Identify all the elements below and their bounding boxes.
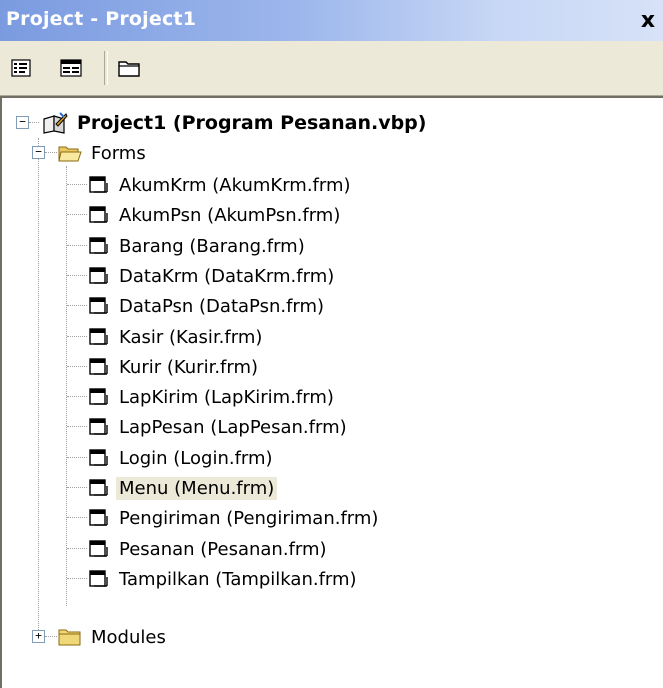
- root-collapse-toggle[interactable]: −: [16, 116, 29, 129]
- tree-line: [67, 245, 87, 246]
- form-icon: [89, 418, 108, 435]
- form-icon: [89, 570, 108, 587]
- project-icon: [43, 112, 68, 134]
- tree-line: [45, 636, 57, 637]
- tree-item-label: Tampilkan (Tampilkan.frm): [119, 568, 357, 590]
- tree-item-form[interactable]: Barang (Barang.frm): [88, 231, 308, 261]
- tree-line: [67, 275, 87, 276]
- tree-line: [38, 138, 39, 638]
- tree-line: [67, 305, 87, 306]
- form-icon: [89, 358, 108, 375]
- tree-item-label: Menu (Menu.frm): [116, 476, 278, 500]
- tree-item-label: DataKrm (DataKrm.frm): [119, 265, 335, 287]
- view-object-button[interactable]: [56, 53, 86, 83]
- tree-item-form[interactable]: Login (Login.frm): [88, 443, 276, 473]
- tree-item-form[interactable]: Kurir (Kurir.frm): [88, 352, 261, 382]
- tree-item-label: LapKirim (LapKirim.frm): [119, 386, 334, 408]
- tree-item-label: Kasir (Kasir.frm): [119, 326, 263, 348]
- tree-line: [67, 487, 87, 488]
- form-icon: [89, 509, 108, 526]
- tree-item-form[interactable]: Tampilkan (Tampilkan.frm): [88, 564, 360, 594]
- tree-item-form[interactable]: DataPsn (DataPsn.frm): [88, 291, 327, 321]
- tree-item-label: Forms: [91, 142, 146, 164]
- form-icon: [89, 176, 108, 193]
- form-icon: [89, 328, 108, 345]
- tree-item-label: Project1 (Program Pesanan.vbp): [77, 112, 427, 134]
- toolbar-separator: [104, 51, 108, 85]
- open-folder-icon: [58, 146, 82, 162]
- tree-item-label: Kurir (Kurir.frm): [119, 356, 259, 378]
- form-icon: [89, 449, 108, 466]
- tree-line: [67, 214, 87, 215]
- tree-item-form[interactable]: Menu (Menu.frm): [88, 473, 278, 503]
- tree-item-form[interactable]: DataKrm (DataKrm.frm): [88, 261, 337, 291]
- tree-item-label: Barang (Barang.frm): [119, 235, 305, 257]
- tree-folder-modules[interactable]: Modules: [58, 622, 169, 652]
- tree-line: [67, 336, 87, 337]
- tree-folder-forms[interactable]: Forms: [58, 138, 149, 168]
- tree-line: [66, 166, 67, 606]
- modules-expand-toggle[interactable]: +: [32, 630, 45, 643]
- form-icon: [89, 479, 108, 496]
- forms-collapse-toggle[interactable]: −: [32, 146, 45, 159]
- tree-item-form[interactable]: LapKirim (LapKirim.frm): [88, 382, 337, 412]
- form-icon: [89, 206, 108, 223]
- form-icon: [89, 388, 108, 405]
- form-icon: [89, 237, 108, 254]
- title-bar: Project - Project1 x: [0, 0, 663, 41]
- tree-line: [67, 366, 87, 367]
- close-button[interactable]: x: [635, 8, 661, 34]
- form-icon: [89, 540, 108, 557]
- form-icon: [89, 267, 108, 284]
- project-tree[interactable]: − Project1 (Program Pesanan.vbp) − Forms…: [0, 96, 663, 688]
- tree-line: [45, 152, 57, 153]
- tree-item-form[interactable]: Pengiriman (Pengiriman.frm): [88, 503, 381, 533]
- view-object-icon: [60, 59, 82, 77]
- tree-line: [29, 122, 39, 123]
- tree-line: [67, 548, 87, 549]
- window-title: Project - Project1: [6, 8, 197, 30]
- tree-item-label: Pengiriman (Pengiriman.frm): [119, 507, 379, 529]
- toggle-folders-icon: [118, 61, 140, 77]
- toggle-folders-button[interactable]: [114, 53, 144, 83]
- tree-item-form[interactable]: Kasir (Kasir.frm): [88, 322, 265, 352]
- tree-line: [67, 396, 87, 397]
- closed-folder-icon: [58, 629, 81, 646]
- tree-item-label: AkumPsn (AkumPsn.frm): [119, 204, 341, 226]
- tree-line: [67, 457, 87, 458]
- tree-item-label: Login (Login.frm): [119, 447, 273, 469]
- tree-item-form[interactable]: AkumPsn (AkumPsn.frm): [88, 200, 343, 230]
- tree-line: [67, 517, 87, 518]
- tree-item-label: Pesanan (Pesanan.frm): [119, 538, 327, 560]
- tree-item-label: LapPesan (LapPesan.frm): [119, 416, 347, 438]
- tree-item-project1[interactable]: Project1 (Program Pesanan.vbp): [42, 108, 429, 138]
- tree-item-form[interactable]: Pesanan (Pesanan.frm): [88, 534, 330, 564]
- tree-item-form[interactable]: AkumKrm (AkumKrm.frm): [88, 170, 354, 200]
- tree-item-form[interactable]: LapPesan (LapPesan.frm): [88, 412, 350, 442]
- tree-line: [67, 578, 87, 579]
- tree-line: [67, 184, 87, 185]
- tree-item-label: AkumKrm (AkumKrm.frm): [119, 174, 351, 196]
- toolbar: [0, 41, 663, 96]
- tree-item-label: Modules: [91, 626, 166, 648]
- view-code-icon: [11, 59, 31, 77]
- form-icon: [89, 297, 108, 314]
- view-code-button[interactable]: [6, 53, 36, 83]
- tree-item-label: DataPsn (DataPsn.frm): [119, 295, 325, 317]
- tree-line: [67, 426, 87, 427]
